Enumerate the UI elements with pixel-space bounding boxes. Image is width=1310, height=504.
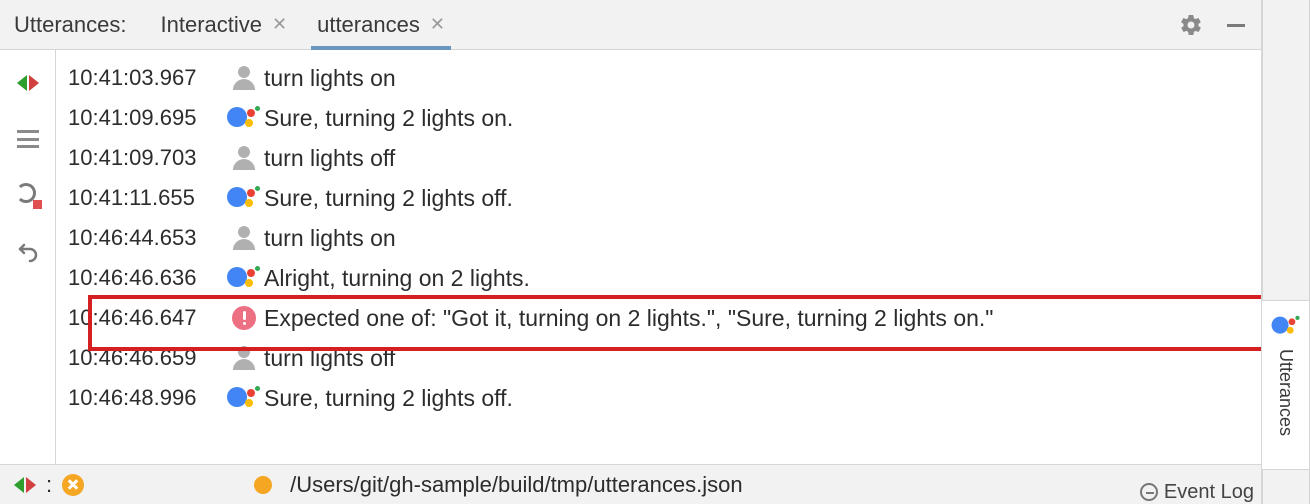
dot-icon (254, 476, 272, 494)
right-tabstrip: Utterances (1262, 0, 1310, 504)
error-icon (224, 306, 264, 330)
footer-path: /Users/git/gh-sample/build/tmp/utterance… (290, 472, 742, 498)
log-row[interactable]: 10:41:09.695 Sure, turning 2 lights on. (68, 98, 1261, 138)
tabbar: Utterances: Interactive ✕ utterances ✕ (0, 0, 1261, 50)
timestamp: 10:41:03.967 (68, 65, 224, 91)
tab-label: utterances (317, 12, 420, 38)
timestamp: 10:41:11.655 (68, 185, 224, 211)
assistant-icon (224, 265, 264, 291)
side-tab-utterances[interactable]: Utterances (1261, 300, 1309, 470)
close-icon[interactable]: ✕ (430, 14, 445, 35)
log-message: Sure, turning 2 lights on. (264, 105, 1261, 132)
log-row[interactable]: 10:41:03.967 turn lights on (68, 58, 1261, 98)
run-icon[interactable] (14, 474, 36, 496)
footer-colon: : (46, 472, 52, 498)
assistant-icon (224, 385, 264, 411)
eventlog-icon (1140, 483, 1158, 501)
user-icon (224, 225, 264, 251)
run-button[interactable] (13, 68, 43, 98)
close-icon[interactable]: ✕ (272, 14, 287, 35)
rerun-button[interactable] (13, 180, 43, 210)
event-log-link[interactable]: Event Log (1140, 481, 1254, 504)
timestamp: 10:41:09.695 (68, 105, 224, 131)
timestamp: 10:41:09.703 (68, 145, 224, 171)
log-message: Sure, turning 2 lights off. (264, 385, 1261, 412)
timestamp: 10:46:46.647 (68, 305, 224, 331)
gutter-toolbar (0, 50, 56, 464)
minimize-icon[interactable] (1225, 14, 1247, 36)
user-icon (224, 145, 264, 171)
layout-button[interactable] (13, 124, 43, 154)
timestamp: 10:46:44.653 (68, 225, 224, 251)
timestamp: 10:46:46.636 (68, 265, 224, 291)
log-row[interactable]: 10:46:46.659 turn lights off (68, 338, 1261, 378)
timestamp: 10:46:46.659 (68, 345, 224, 371)
log-row[interactable]: 10:41:09.703 turn lights off (68, 138, 1261, 178)
footer: : /Users/git/gh-sample/build/tmp/utteran… (0, 464, 1261, 504)
undo-button[interactable] (13, 236, 43, 266)
assistant-icon (224, 185, 264, 211)
log-area: 10:41:03.967 turn lights on 10:41:09.695 Su… (56, 50, 1261, 464)
user-icon (224, 65, 264, 91)
log-row[interactable]: 10:41:11.655 Sure, turning 2 lights off. (68, 178, 1261, 218)
log-row[interactable]: 10:46:44.653 turn lights on (68, 218, 1261, 258)
log-row[interactable]: 10:46:46.647 Expected one of: "Got it, tu… (68, 298, 1261, 338)
event-log-label: Event Log (1164, 481, 1254, 503)
tab-interactive[interactable]: Interactive ✕ (155, 0, 294, 49)
log-message: Sure, turning 2 lights off. (264, 185, 1261, 212)
log-row[interactable]: 10:46:46.636 Alright, turning on 2 lights… (68, 258, 1261, 298)
side-tab-label: Utterances (1275, 349, 1296, 436)
log-message: Alright, turning on 2 lights. (264, 265, 1261, 292)
tabbar-title: Utterances: (14, 12, 127, 38)
log-message: turn lights off (264, 145, 1261, 172)
gear-icon[interactable] (1179, 13, 1203, 37)
assistant-icon (224, 105, 264, 131)
log-message: Expected one of: "Got it, turning on 2 l… (264, 305, 1261, 332)
log-message: turn lights on (264, 65, 1261, 92)
tab-utterances[interactable]: utterances ✕ (311, 0, 451, 49)
tab-label: Interactive (161, 12, 263, 38)
cancel-icon[interactable] (62, 474, 84, 496)
log-message: turn lights off (264, 345, 1261, 372)
log-message: turn lights on (264, 225, 1261, 252)
log-row[interactable]: 10:46:48.996 Sure, turning 2 lights off. (68, 378, 1261, 418)
assistant-icon (1271, 315, 1300, 337)
timestamp: 10:46:48.996 (68, 385, 224, 411)
utterances-panel: Utterances: Interactive ✕ utterances ✕ (0, 0, 1262, 504)
user-icon (224, 345, 264, 371)
